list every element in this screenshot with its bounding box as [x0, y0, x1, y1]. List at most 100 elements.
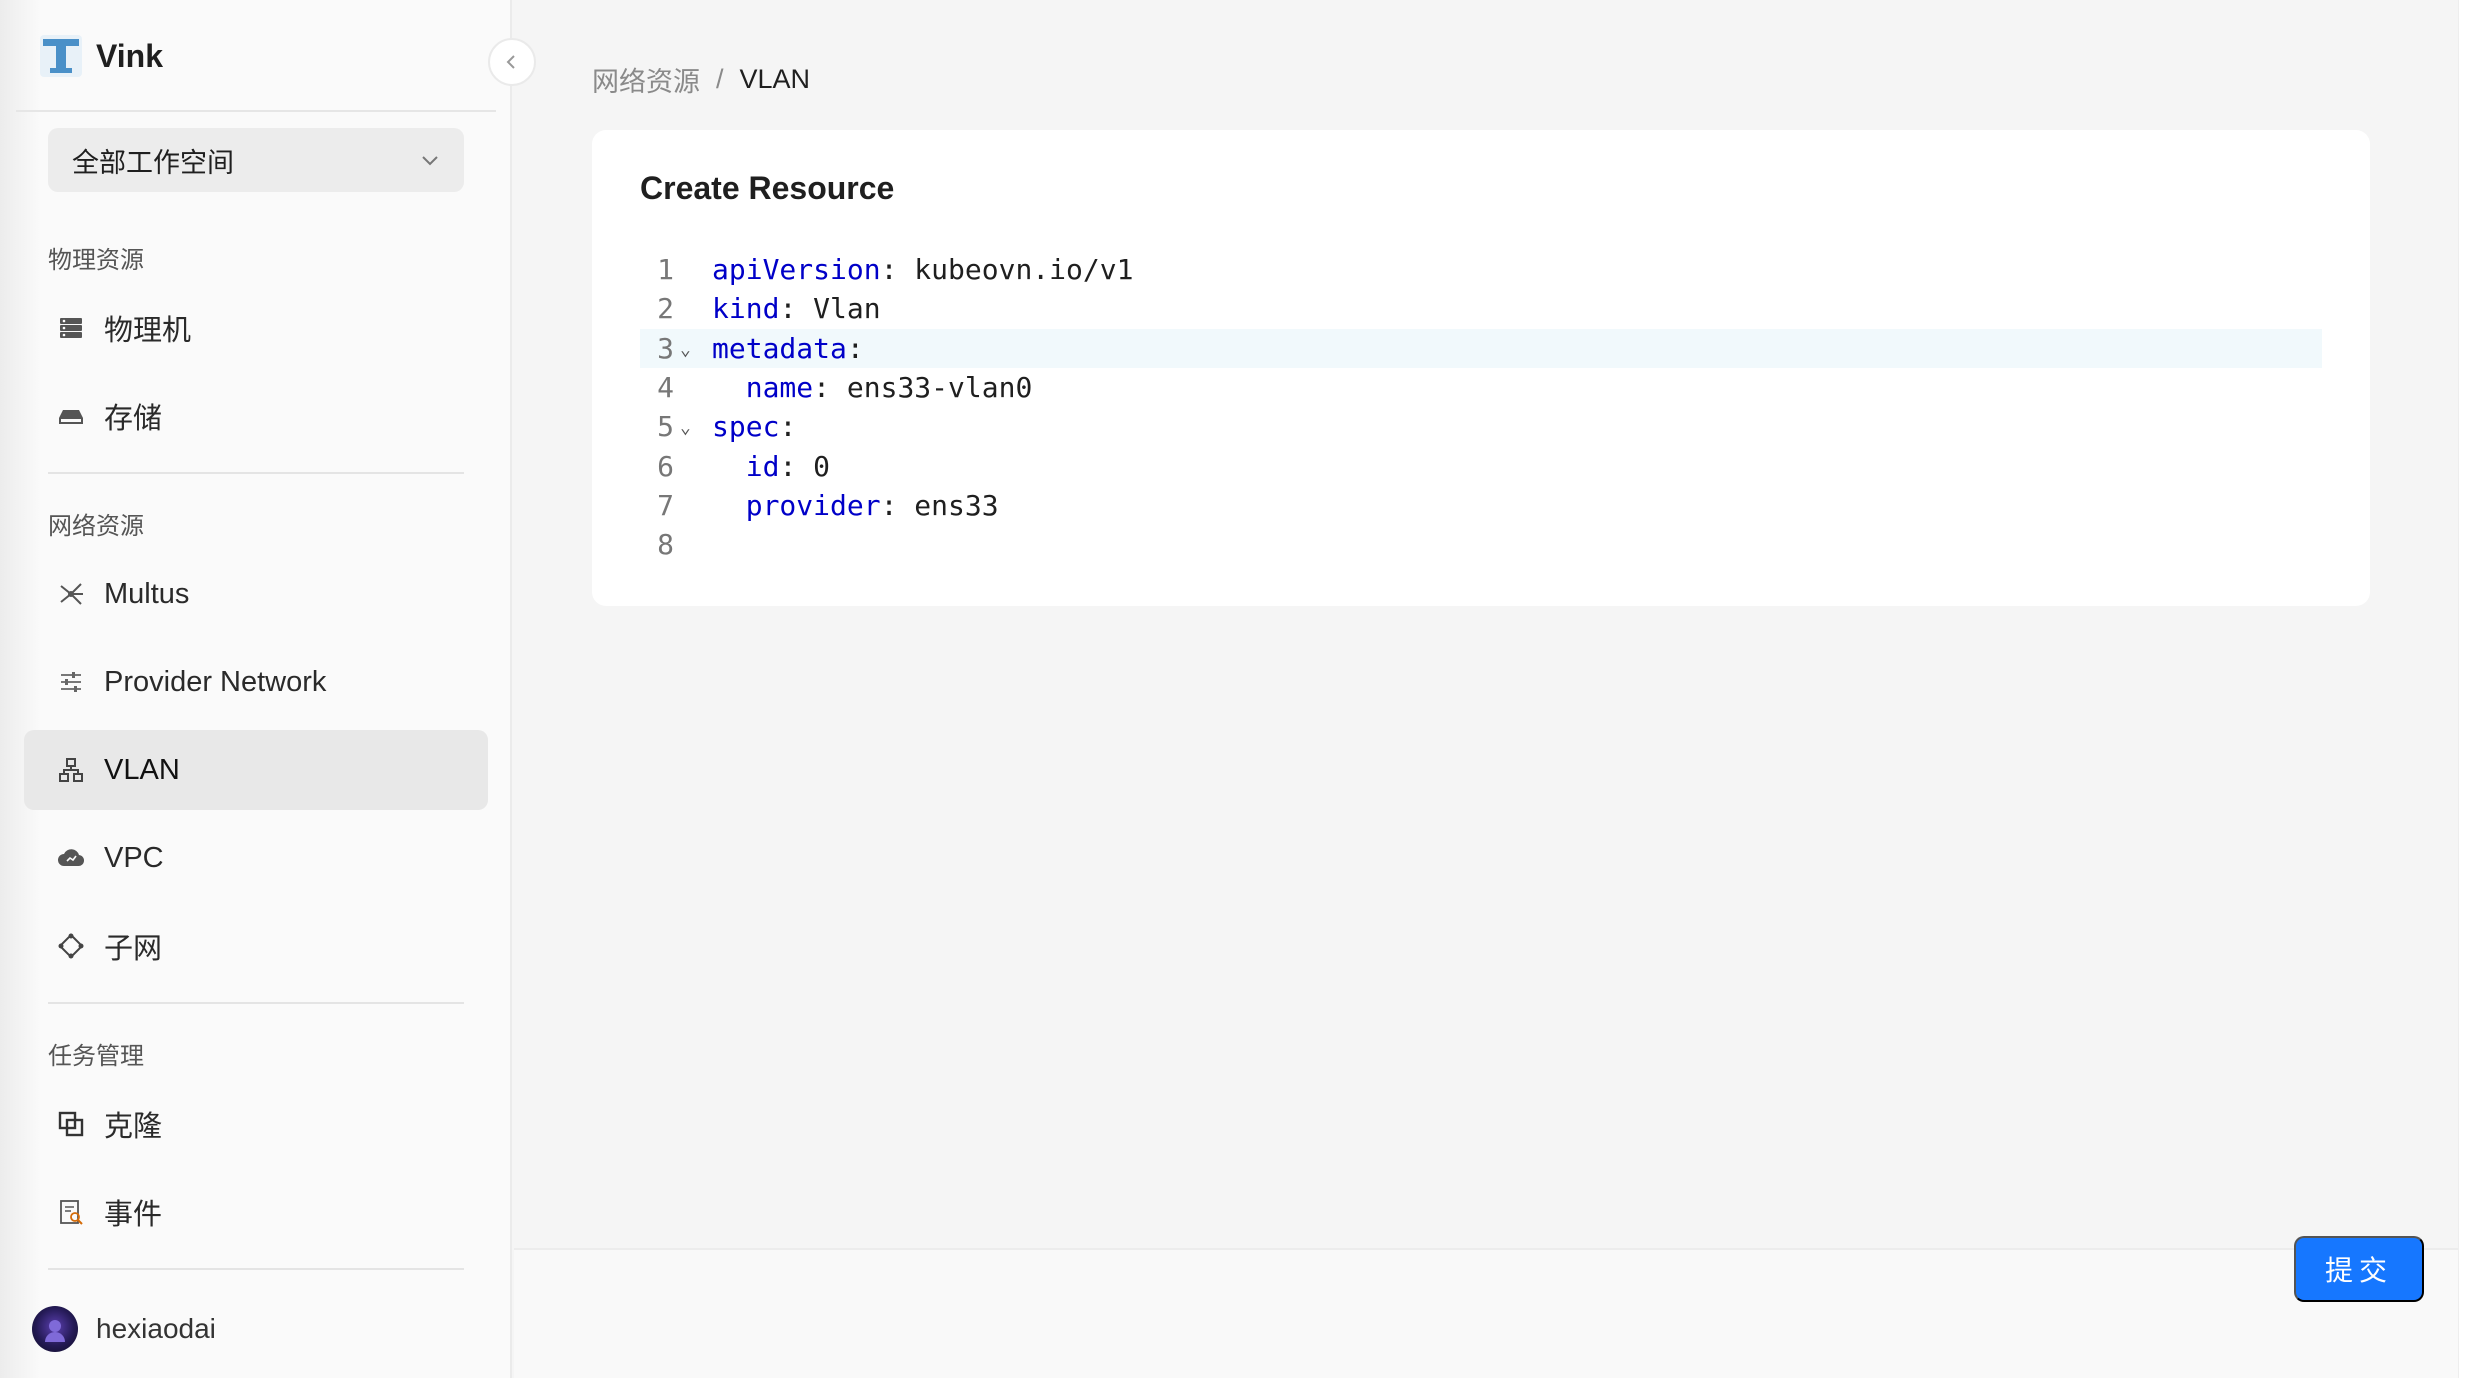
yaml-value: 0: [813, 449, 831, 483]
group-divider: [48, 1268, 464, 1270]
sidebar-item-clone[interactable]: 克隆: [24, 1084, 488, 1164]
breadcrumb-separator: /: [716, 64, 724, 94]
code-line[interactable]: 6 id: 0: [640, 446, 2322, 485]
yaml-key: metadata: [712, 331, 847, 365]
code-line[interactable]: 8: [640, 525, 2322, 564]
line-gutter: 2: [640, 289, 712, 328]
yaml-colon: :: [779, 292, 814, 326]
line-number: 3: [657, 331, 674, 365]
yaml-colon: :: [880, 488, 915, 522]
line-gutter: 6: [640, 446, 712, 485]
yaml-key: provider: [745, 488, 881, 522]
breadcrumb-parent[interactable]: 网络资源: [592, 60, 700, 99]
main-content: 网络资源 / VLAN Create Resource 1 apiVersion:…: [514, 0, 2470, 1378]
yaml-colon: :: [813, 371, 847, 405]
line-number: 7: [657, 488, 674, 522]
sidebar-item-provider-network[interactable]: Provider Network: [24, 642, 488, 722]
collapse-sidebar-button[interactable]: [488, 38, 536, 86]
yaml-colon: :: [779, 449, 814, 483]
sidebar-item-label: 存储: [104, 403, 163, 435]
server-icon: [56, 313, 86, 343]
yaml-key: kind: [712, 292, 780, 326]
line-gutter: 7: [640, 486, 712, 525]
line-gutter: 4: [640, 368, 712, 407]
line-number: 4: [657, 371, 674, 405]
sidebar-item-vlan[interactable]: VLAN: [24, 730, 488, 810]
create-resource-card: Create Resource 1 apiVersion: kubeovn.io/…: [592, 130, 2370, 606]
code-line[interactable]: 5 ⌄ spec:: [640, 407, 2322, 446]
event-icon: [56, 1197, 86, 1227]
yaml-key: name: [745, 371, 814, 405]
line-number: 6: [657, 449, 674, 483]
submit-button[interactable]: 提交: [2294, 1236, 2424, 1302]
fold-chevron-icon[interactable]: ⌄: [680, 417, 691, 438]
sidebar-item-subnet[interactable]: 子网: [24, 906, 488, 986]
window-edge: [2458, 0, 2470, 1378]
sidebar-item-multus[interactable]: Multus: [24, 554, 488, 634]
line-gutter: 8: [640, 525, 712, 564]
yaml-editor[interactable]: 1 apiVersion: kubeovn.io/v1 2 kind: Vlan 3 ⌄ m…: [640, 250, 2322, 564]
group-divider: [48, 1002, 464, 1004]
user-name: hexiaodai: [96, 1313, 216, 1344]
user-profile[interactable]: hexiaodai: [32, 1306, 216, 1352]
code-text: id: 0: [712, 450, 830, 483]
code-text: apiVersion: kubeovn.io/v1: [712, 253, 1133, 286]
sidebar-item-label: VLAN: [104, 753, 180, 786]
code-text: spec:: [712, 410, 796, 443]
sidebar-item-host[interactable]: 物理机: [24, 288, 488, 368]
multus-icon: [56, 579, 86, 609]
code-line[interactable]: 2 kind: Vlan: [640, 289, 2322, 328]
sidebar-item-events[interactable]: 事件: [24, 1172, 488, 1252]
code-text: provider: ens33: [712, 489, 999, 522]
group-title-network: 网络资源: [48, 513, 144, 540]
fold-chevron-icon[interactable]: ⌄: [680, 339, 691, 360]
line-gutter: 5 ⌄: [640, 407, 712, 446]
chevron-left-icon: [506, 55, 515, 69]
cloud-icon: [56, 843, 86, 873]
sidebar-item-label: VPC: [104, 841, 164, 874]
group-divider: [48, 472, 464, 474]
vink-logo-icon: [40, 35, 82, 77]
yaml-value: kubeovn.io/v1: [914, 253, 1134, 287]
sidebar-item-label: Multus: [104, 577, 190, 610]
line-number: 1: [657, 253, 674, 287]
code-text: kind: Vlan: [712, 292, 881, 325]
code-line[interactable]: 4 name: ens33-vlan0: [640, 368, 2322, 407]
sliders-icon: [56, 667, 86, 697]
yaml-value: ens33: [914, 488, 999, 522]
sidebar-item-label: 子网: [104, 933, 163, 965]
line-gutter: 3 ⌄: [640, 329, 712, 368]
yaml-key: apiVersion: [712, 253, 881, 287]
subnet-icon: [56, 931, 86, 961]
yaml-key: spec: [712, 410, 780, 444]
brand-divider: [16, 110, 496, 112]
chevron-down-icon: [422, 156, 438, 166]
code-line[interactable]: 1 apiVersion: kubeovn.io/v1: [640, 250, 2322, 289]
group-title-physical: 物理资源: [48, 247, 144, 274]
code-line[interactable]: 3 ⌄ metadata:: [640, 328, 2322, 368]
code-line[interactable]: 7 provider: ens33: [640, 486, 2322, 525]
code-text: name: ens33-vlan0: [712, 371, 1033, 405]
network-tree-icon: [56, 755, 86, 785]
storage-icon: [56, 401, 86, 431]
workspace-select[interactable]: 全部工作空间: [48, 128, 464, 192]
sidebar-item-label: 事件: [104, 1199, 163, 1231]
card-title: Create Resource: [640, 170, 895, 206]
avatar-figure-icon: [45, 1320, 65, 1342]
breadcrumb-current: VLAN: [739, 64, 811, 94]
yaml-key: id: [745, 449, 780, 483]
workspace-value: 全部工作空间: [72, 147, 234, 178]
yaml-value: Vlan: [813, 292, 881, 326]
clone-icon: [56, 1109, 86, 1139]
line-number: 8: [657, 528, 674, 562]
code-text: metadata:: [712, 332, 864, 365]
sidebar: Vink 全部工作空间 物理资源 物理机 存储 网络资源 Multus Prov…: [0, 0, 512, 1378]
brand[interactable]: Vink: [40, 34, 163, 78]
sidebar-item-vpc[interactable]: VPC: [24, 818, 488, 898]
brand-name: Vink: [96, 37, 163, 74]
yaml-colon: :: [779, 410, 797, 444]
yaml-colon: :: [846, 331, 864, 365]
sidebar-item-storage[interactable]: 存储: [24, 376, 488, 456]
